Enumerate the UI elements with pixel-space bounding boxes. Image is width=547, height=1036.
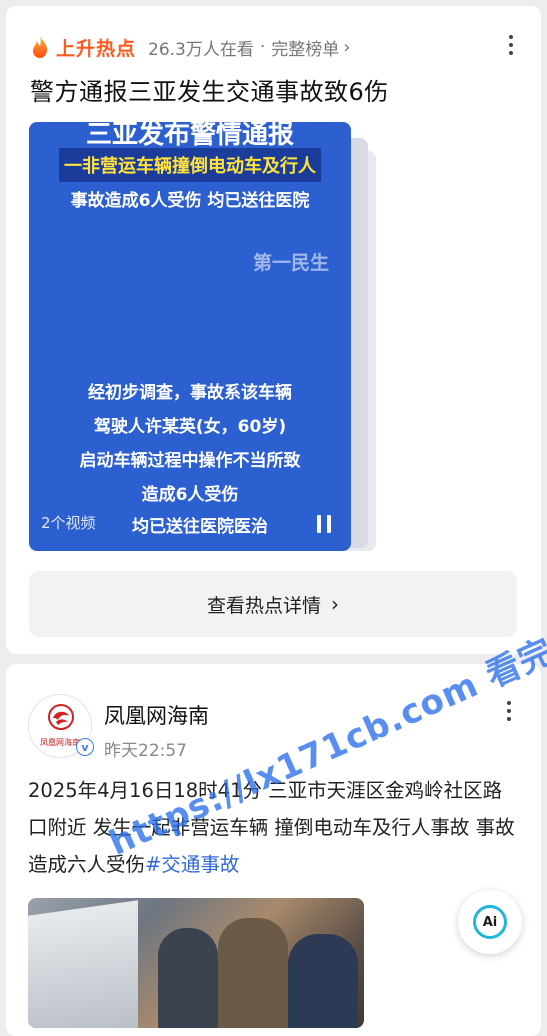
flame-icon	[33, 36, 48, 58]
hot-topic-tag: 上升热点	[56, 37, 137, 60]
viewer-count: 26.3万人在看	[148, 39, 254, 60]
image-crowd-shape	[288, 934, 358, 1028]
video-count: 2个视频	[41, 514, 96, 532]
image-crowd-shape	[218, 918, 288, 1028]
more-options-icon[interactable]	[501, 30, 521, 60]
video-thumbnail[interactable]: 三亚发布警情通报 一非营运车辆撞倒电动车及行人 事故造成6人受伤 均已送往医院 …	[29, 122, 351, 551]
video-headline: 三亚发布警情通报	[85, 122, 294, 150]
image-crowd-shape	[158, 928, 218, 1028]
view-hot-topic-details-button[interactable]: 查看热点详情 ›	[29, 571, 517, 637]
pause-icon[interactable]	[317, 515, 331, 533]
image-truck-shape	[28, 900, 138, 1028]
video-text-line: 经初步调查，事故系该车辆	[88, 383, 292, 403]
author-name[interactable]: 凤凰网海南	[104, 700, 209, 730]
chevron-right-icon: ›	[331, 592, 339, 616]
meta-separator: ·	[259, 37, 266, 57]
post-timestamp: 昨天22:57	[104, 741, 187, 761]
hashtag-link[interactable]: #交通事故	[145, 853, 239, 876]
ai-icon: Ai	[473, 905, 507, 939]
video-watermark: 第一民生	[252, 252, 329, 274]
video-banner: 一非营运车辆撞倒电动车及行人	[59, 148, 321, 182]
full-list-link[interactable]: 完整榜单	[271, 35, 339, 60]
chevron-right-icon: ›	[343, 36, 351, 58]
detail-button-label: 查看热点详情	[206, 594, 321, 617]
phoenix-logo-icon	[48, 704, 74, 730]
hot-topic-header: 上升热点 26.3万人在看 · 完整榜单 ›	[30, 32, 350, 62]
ai-assistant-button[interactable]: Ai	[458, 890, 522, 954]
post-card[interactable]: 凤凰网海南 v 凤凰网海南 昨天22:57 2025年4月16日18时41分 三…	[6, 664, 541, 1036]
verified-badge-icon: v	[76, 738, 94, 756]
post-image[interactable]	[28, 898, 364, 1028]
video-text-line: 驾驶人许某英(女，60岁)	[93, 417, 287, 437]
post-body[interactable]: 2025年4月16日18时41分 三亚市天涯区金鸡岭社区路口附近 发生一起非营运…	[28, 772, 520, 883]
video-text-line: 启动车辆过程中操作不当所致	[79, 451, 301, 471]
video-text-line: 造成6人受伤	[141, 485, 239, 505]
video-subtitle: 事故造成6人受伤 均已送往医院	[70, 191, 310, 211]
hot-topic-title[interactable]: 警方通报三亚发生交通事故致6伤	[30, 72, 389, 107]
post-text: 2025年4月16日18时41分 三亚市天涯区金鸡岭社区路口附近 发生一起非营运…	[28, 779, 515, 876]
more-options-icon[interactable]	[499, 696, 519, 726]
hot-topic-card[interactable]: 上升热点 26.3万人在看 · 完整榜单 › 警方通报三亚发生交通事故致6伤 三…	[6, 6, 541, 654]
